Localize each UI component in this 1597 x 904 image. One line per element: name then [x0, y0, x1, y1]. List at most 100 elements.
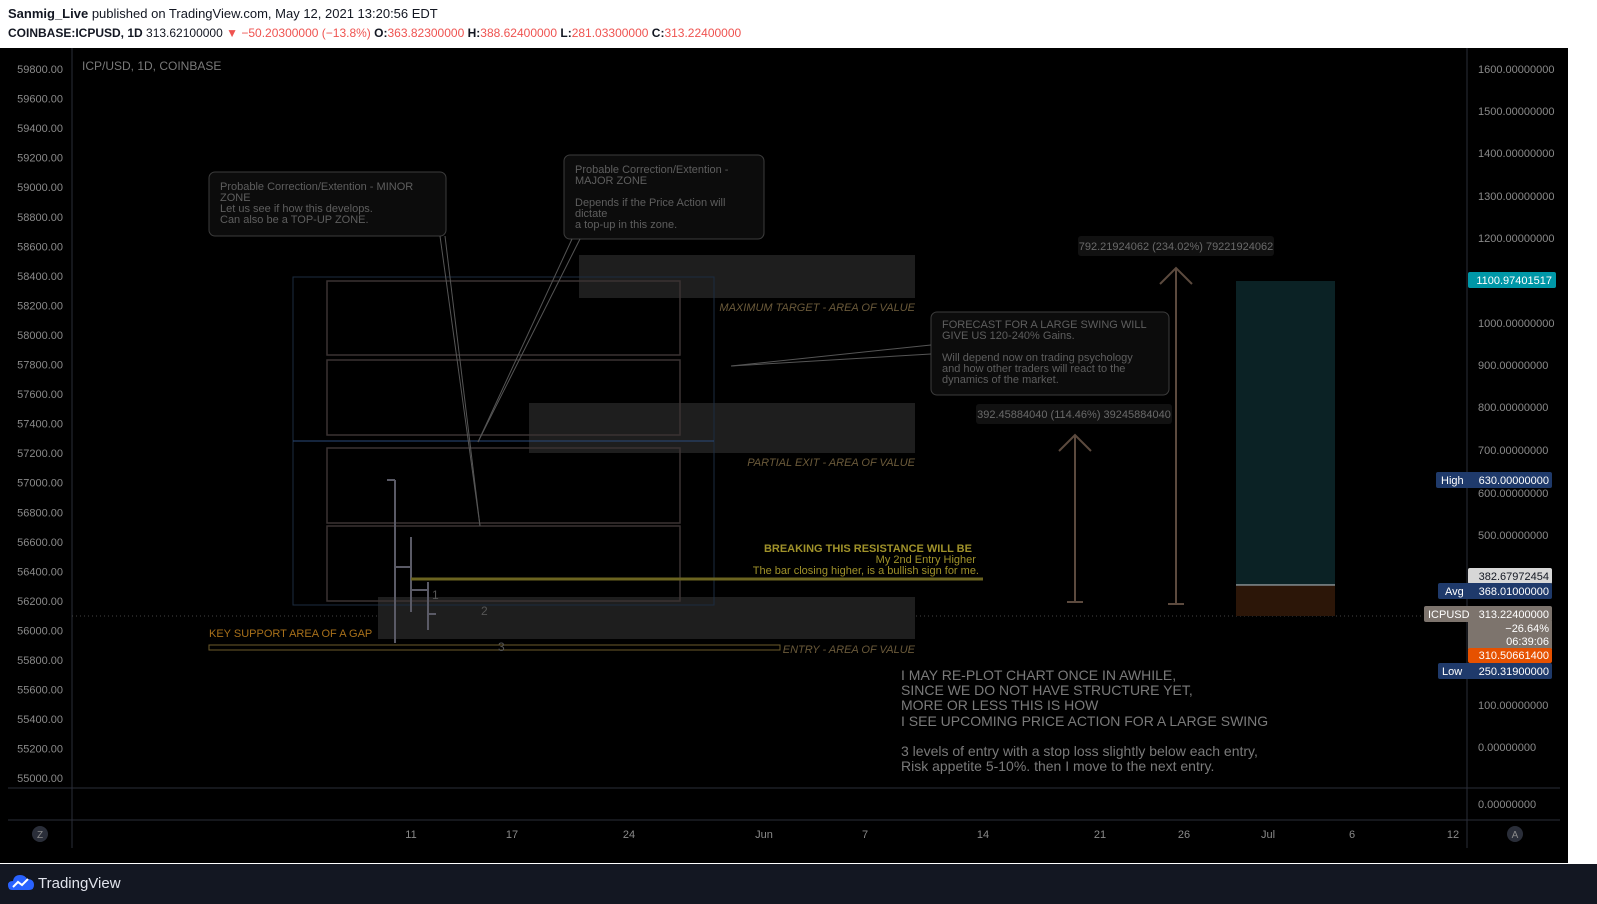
left-axis-tick: 58600.00	[17, 241, 63, 253]
left-price-axis[interactable]: 59800.00 59600.00 59400.00 59200.00 59000.00…	[17, 64, 63, 785]
tradingview-logo[interactable]: TradingView	[8, 874, 121, 892]
time-axis-tick: Jul	[1261, 829, 1275, 841]
down-arrow-icon: ▼	[226, 26, 239, 40]
notes-line: SINCE WE DO NOT HAVE STRUCTURE YET,	[901, 682, 1193, 698]
entry-label: ENTRY - AREA OF VALUE	[783, 644, 916, 656]
right-button-label: A	[1512, 830, 1519, 841]
left-axis-tick: 57400.00	[17, 419, 63, 431]
time-axis-tick: 12	[1447, 829, 1459, 841]
low-value: 281.03300000	[571, 26, 649, 40]
resistance-line-text: The bar closing higher, is a bullish sig…	[753, 565, 979, 577]
notes-line: I MAY RE-PLOT CHART ONCE IN AWHILE,	[901, 667, 1176, 683]
left-axis-tick: 57600.00	[17, 389, 63, 401]
low-label: L:	[560, 26, 572, 40]
left-axis-tick: 59000.00	[17, 182, 63, 194]
symbol-tag-label: ICPUSD	[1428, 609, 1470, 621]
key-support-label: KEY SUPPORT AREA OF A GAP	[209, 628, 372, 640]
left-axis-tick: 58800.00	[17, 212, 63, 224]
left-axis-tick: 59600.00	[17, 94, 63, 106]
callout-major-line: a top-up in this zone.	[575, 219, 677, 231]
time-axis-tick: 26	[1178, 829, 1190, 841]
left-axis-tick: 57200.00	[17, 448, 63, 460]
ohlc-legend: COINBASE:ICPUSD, 1D 313.62100000 ▼ −50.2…	[8, 26, 741, 40]
partial-exit-label: PARTIAL EXIT - AREA OF VALUE	[747, 457, 915, 469]
left-axis-tick: 55200.00	[17, 744, 63, 756]
time-axis-tick: 24	[623, 829, 635, 841]
left-axis-tick: 57000.00	[17, 478, 63, 490]
price-change: −50.20300000 (−13.8%)	[241, 26, 371, 40]
right-axis-tick: 800.00000000	[1478, 402, 1548, 414]
right-axis-tick: 900.00000000	[1478, 360, 1548, 372]
measure-label-1: 792.21924062 (234.02%) 79221924062	[1079, 241, 1274, 253]
right-price-axis[interactable]: 1600.00000000 1500.00000000 1400.00000000 1…	[1478, 64, 1554, 811]
high-tag-value: 630.00000000	[1479, 475, 1549, 487]
right-axis-tick: 1000.00000000	[1478, 318, 1554, 330]
target-price-text: 1100.97401517	[1476, 275, 1552, 287]
notes-line: I SEE UPCOMING PRICE ACTION FOR A LARGE …	[901, 713, 1268, 729]
left-axis-tick: 59400.00	[17, 123, 63, 135]
left-axis-tick: 57800.00	[17, 360, 63, 372]
left-axis-tick: 56800.00	[17, 507, 63, 519]
left-axis-tick: 56400.00	[17, 566, 63, 578]
level-price-text: 382.67972454	[1479, 571, 1549, 583]
right-axis-tick: 700.00000000	[1478, 445, 1548, 457]
right-axis-tick: 600.00000000	[1478, 488, 1548, 500]
author-name[interactable]: Sanmig_Live	[8, 6, 88, 21]
left-button-label: Z	[37, 830, 43, 841]
entry-number-2: 2	[481, 604, 488, 618]
tradingview-brand: TradingView	[38, 874, 121, 892]
callout-forecast-line: dynamics of the market.	[942, 374, 1059, 386]
low-tag-label: Low	[1442, 666, 1462, 678]
callout-minor-line: Can also be a TOP-UP ZONE.	[220, 214, 369, 226]
right-axis-tick: 1200.00000000	[1478, 233, 1554, 245]
zone-box-4[interactable]	[326, 525, 681, 602]
symbol-tag-pct: −26.64%	[1505, 623, 1549, 635]
notes-line: 3 levels of entry with a stop loss sligh…	[901, 743, 1258, 759]
left-axis-tick: 55800.00	[17, 655, 63, 667]
chart-area[interactable]: 59800.00 59600.00 59400.00 59200.00 59000.00…	[0, 48, 1568, 863]
right-axis-tick: 1500.00000000	[1478, 106, 1554, 118]
left-axis-tick: 56000.00	[17, 625, 63, 637]
symbol-tag-value: 313.22400000	[1479, 609, 1549, 621]
long-target-area[interactable]	[1236, 281, 1335, 585]
max-target-label: MAXIMUM TARGET - AREA OF VALUE	[719, 302, 915, 314]
time-axis-tick: 21	[1094, 829, 1106, 841]
entry-number-1: 1	[432, 588, 439, 602]
high-value: 388.62400000	[480, 26, 558, 40]
left-axis-tick: 58400.00	[17, 271, 63, 283]
notes-block-2: 3 levels of entry with a stop loss sligh…	[901, 743, 1262, 774]
callout-major-line: MAJOR ZONE	[575, 175, 647, 187]
entry-zone[interactable]	[378, 597, 915, 639]
callout-minor-pointer	[444, 235, 481, 527]
measure-arrow-2[interactable]	[1058, 433, 1092, 603]
left-axis-tick: 58200.00	[17, 300, 63, 312]
key-support-box[interactable]	[208, 644, 781, 651]
time-axis-tick: 14	[977, 829, 989, 841]
left-axis-tick: 55400.00	[17, 714, 63, 726]
left-axis-tick: 56600.00	[17, 537, 63, 549]
last-price: 313.62100000	[146, 26, 223, 40]
measure-label-2: 392.45884040 (114.46%) 39245884040	[977, 409, 1171, 421]
tradingview-cloud-icon	[8, 875, 34, 890]
entry-number-3: 3	[498, 640, 505, 654]
symbol-tag-time: 06:39:06	[1506, 636, 1549, 648]
avg-tag-label: Avg	[1445, 586, 1464, 598]
left-axis-tick: 56200.00	[17, 596, 63, 608]
notes-block-1: I MAY RE-PLOT CHART ONCE IN AWHILE, SINC…	[901, 667, 1268, 729]
right-axis-tick: 500.00000000	[1478, 530, 1548, 542]
partial-exit-zone[interactable]	[529, 403, 915, 453]
left-axis-tick: 55600.00	[17, 685, 63, 697]
left-axis-tick: 59200.00	[17, 153, 63, 165]
time-axis[interactable]: 11 17 24 Jun 7 14 21 26 Jul 6 12	[405, 829, 1459, 841]
right-axis-tick: 1400.00000000	[1478, 148, 1554, 160]
open-label: O:	[374, 26, 388, 40]
zone-box-3[interactable]	[326, 447, 681, 524]
left-axis-tick: 59800.00	[17, 64, 63, 76]
high-tag-label: High	[1441, 475, 1464, 487]
notes-line: Risk appetite 5-10%. then I move to the …	[901, 758, 1214, 774]
time-axis-tick: 17	[506, 829, 518, 841]
low-tag-value: 250.31900000	[1479, 666, 1549, 678]
long-stop-area[interactable]	[1236, 586, 1335, 616]
chart-svg[interactable]: 59800.00 59600.00 59400.00 59200.00 59000.00…	[0, 48, 1568, 863]
resistance-text: BREAKING THIS RESISTANCE WILL BE My 2nd …	[753, 543, 979, 577]
